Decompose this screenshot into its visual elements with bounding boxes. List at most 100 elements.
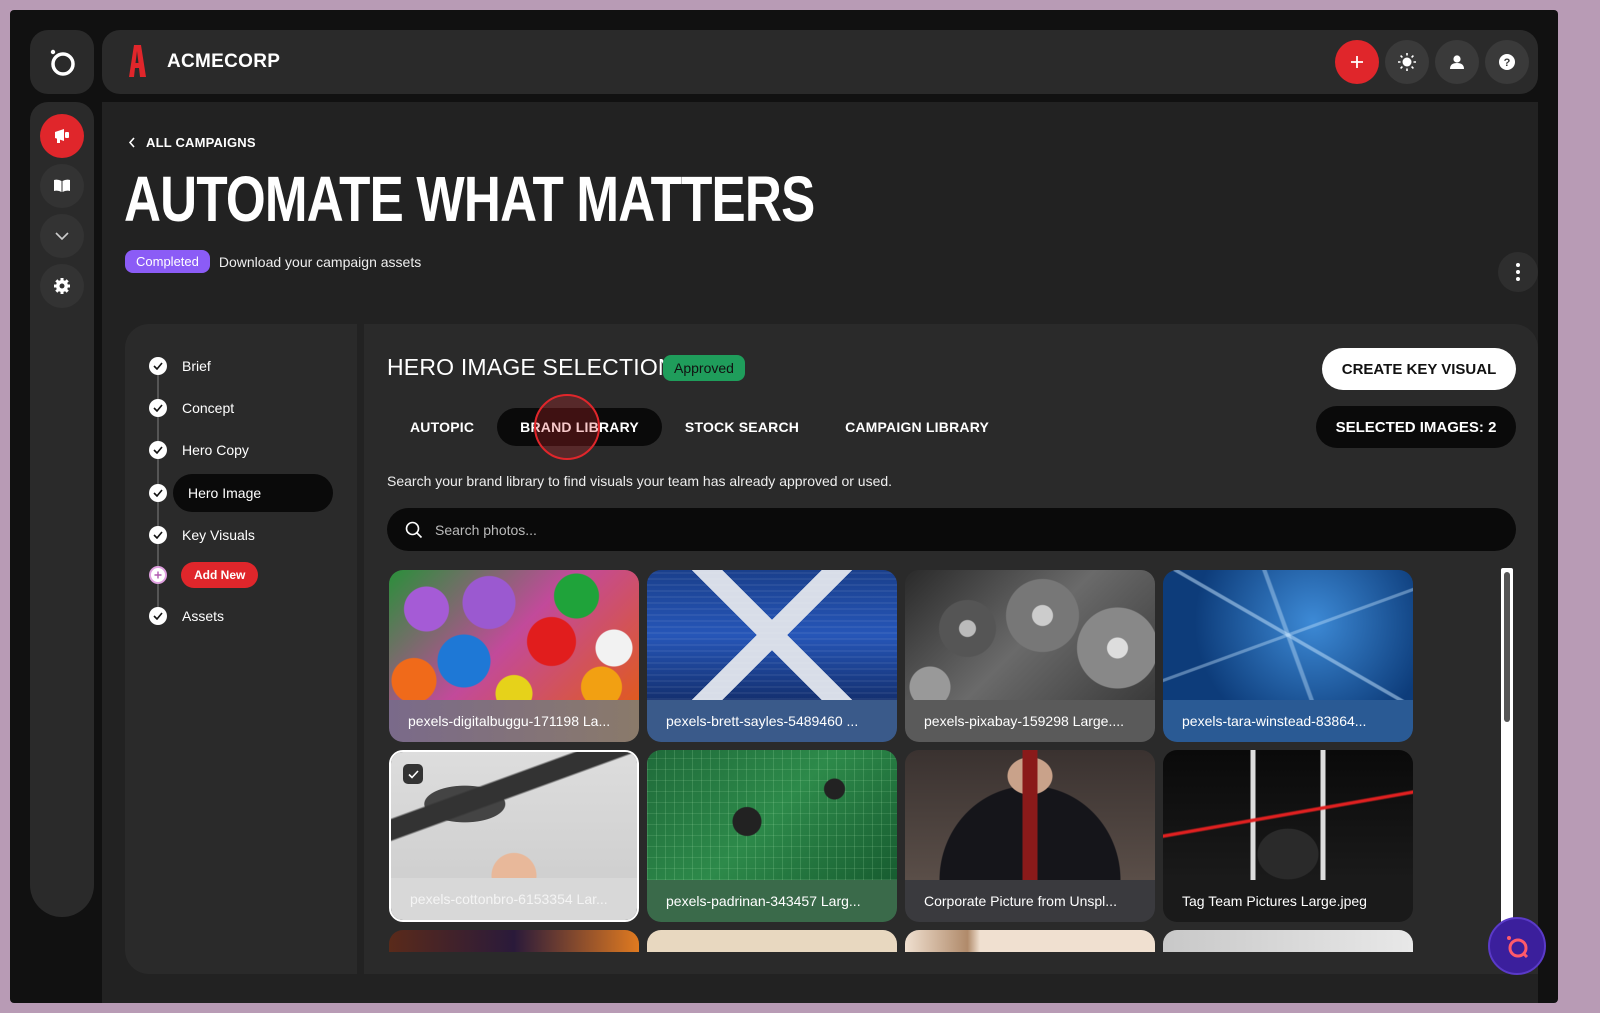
image-caption: pexels-padrinan-343457 Larg...: [647, 880, 897, 922]
image-thumbnail: [1163, 570, 1413, 700]
image-thumbnail: [905, 750, 1155, 880]
profile-button[interactable]: [1435, 40, 1479, 84]
check-icon: [149, 526, 167, 544]
image-card[interactable]: Tag Team Pictures Large.jpeg: [1163, 750, 1413, 922]
step-hero-image[interactable]: Hero Image: [149, 474, 333, 512]
brand-name: ACMECORP: [167, 51, 281, 72]
sun-icon: [1398, 53, 1416, 71]
page-title: AUTOMATE WHAT MATTERS: [124, 163, 815, 235]
check-icon: [149, 441, 167, 459]
app-logo[interactable]: [30, 30, 94, 94]
image-card[interactable]: [647, 930, 897, 952]
app-window: ACMECORP ? ALL CAMPAIGNS AUTOMATE WHAT M…: [10, 10, 1558, 1003]
theme-toggle-button[interactable]: [1385, 40, 1429, 84]
image-card[interactable]: [1163, 930, 1413, 952]
section-title: HERO IMAGE SELECTION: [387, 354, 675, 380]
rail-settings-button[interactable]: [40, 264, 84, 308]
image-caption: pexels-pixabay-159298 Large....: [905, 700, 1155, 742]
tab-autopic[interactable]: AUTOPIC: [387, 408, 497, 446]
back-to-campaigns-link[interactable]: ALL CAMPAIGNS: [128, 135, 256, 150]
image-card[interactable]: pexels-tara-winstead-83864...: [1163, 570, 1413, 742]
rail-campaigns-button[interactable]: [40, 114, 84, 158]
rail-library-button[interactable]: [40, 164, 84, 208]
left-rail: [30, 102, 94, 917]
tab-campaign-library[interactable]: CAMPAIGN LIBRARY: [822, 408, 1012, 446]
image-card[interactable]: [389, 930, 639, 952]
click-indicator: [534, 394, 600, 460]
grid-scrollbar[interactable]: [1501, 568, 1513, 952]
image-card[interactable]: pexels-pixabay-159298 Large....: [905, 570, 1155, 742]
search-input[interactable]: [435, 521, 1335, 538]
selected-images-button[interactable]: SELECTED IMAGES: 2: [1316, 406, 1516, 448]
step-add-new[interactable]: Add New: [149, 556, 259, 594]
status-row: Completed Download your campaign assets: [125, 250, 421, 273]
svg-text:?: ?: [1504, 57, 1511, 69]
campaign-icon: [55, 129, 69, 143]
logo-icon: [50, 49, 75, 76]
image-caption: Tag Team Pictures Large.jpeg: [1163, 880, 1413, 922]
helper-text: Search your brand library to find visual…: [387, 473, 893, 489]
status-text: Download your campaign assets: [218, 253, 422, 270]
step-brief[interactable]: Brief: [149, 347, 341, 385]
image-caption: Corporate Picture from Unspl...: [905, 880, 1155, 922]
image-card[interactable]: [905, 930, 1155, 952]
assistant-icon: [1507, 936, 1529, 959]
image-card[interactable]: pexels-digitalbuggu-171198 La...: [389, 570, 639, 742]
search-bar[interactable]: [387, 508, 1516, 551]
image-caption: pexels-digitalbuggu-171198 La...: [389, 700, 639, 742]
add-new-button[interactable]: Add New: [181, 562, 259, 588]
check-icon: [149, 607, 167, 625]
image-thumbnail: [905, 570, 1155, 700]
image-grid: pexels-digitalbuggu-171198 La... pexels-…: [389, 570, 1419, 952]
approved-badge: Approved: [663, 355, 745, 381]
help-button[interactable]: ?: [1485, 40, 1529, 84]
create-new-button[interactable]: [1335, 40, 1379, 84]
steps-panel: Brief Concept Hero Copy Hero Image Key V…: [125, 324, 357, 974]
image-caption: pexels-tara-winstead-83864...: [1163, 700, 1413, 742]
selected-check-icon[interactable]: [403, 764, 423, 784]
gear-icon: [54, 278, 70, 294]
check-icon: [149, 484, 167, 502]
image-caption: pexels-cottonbro-6153354 Lar...: [391, 878, 637, 920]
content-panel: HERO IMAGE SELECTION Approved CREATE KEY…: [364, 324, 1538, 974]
scrollbar-thumb[interactable]: [1504, 572, 1510, 722]
image-card[interactable]: pexels-padrinan-343457 Larg...: [647, 750, 897, 922]
image-card-selected[interactable]: pexels-cottonbro-6153354 Lar...: [389, 750, 639, 922]
check-icon: [149, 399, 167, 417]
step-assets[interactable]: Assets: [149, 597, 341, 635]
tab-stock-search[interactable]: STOCK SEARCH: [662, 408, 822, 446]
image-caption: pexels-brett-sayles-5489460 ...: [647, 700, 897, 742]
plus-circle-icon: [149, 566, 167, 584]
more-options-button[interactable]: [1498, 252, 1538, 292]
rail-expand-button[interactable]: [40, 214, 84, 258]
step-label: Hero Copy: [182, 442, 249, 458]
image-card[interactable]: Corporate Picture from Unspl...: [905, 750, 1155, 922]
source-tabs: AUTOPIC BRAND LIBRARY STOCK SEARCH CAMPA…: [387, 408, 1012, 446]
step-label: Concept: [182, 400, 235, 416]
help-icon: ?: [1499, 54, 1515, 70]
plus-icon: [1351, 56, 1363, 68]
book-icon: [54, 179, 70, 192]
top-bar: ACMECORP ?: [102, 30, 1538, 94]
check-icon: [149, 357, 167, 375]
assistant-chat-button[interactable]: [1488, 917, 1546, 975]
main-area: ALL CAMPAIGNS AUTOMATE WHAT MATTERS Comp…: [102, 102, 1538, 1003]
step-label: Hero Image: [173, 474, 333, 512]
step-label: Key Visuals: [182, 527, 255, 543]
back-link-label: ALL CAMPAIGNS: [146, 135, 256, 150]
brand-logo-icon: [129, 45, 146, 77]
step-key-visuals[interactable]: Key Visuals: [149, 516, 341, 554]
create-key-visual-button[interactable]: CREATE KEY VISUAL: [1322, 348, 1516, 390]
image-card[interactable]: pexels-brett-sayles-5489460 ...: [647, 570, 897, 742]
step-hero-copy[interactable]: Hero Copy: [149, 431, 341, 469]
step-concept[interactable]: Concept: [149, 389, 341, 427]
step-label: Brief: [182, 358, 211, 374]
image-thumbnail: [647, 570, 897, 700]
search-icon: [405, 521, 423, 538]
status-badge: Completed: [125, 250, 210, 273]
chevron-left-icon: [128, 137, 135, 148]
image-thumbnail: [391, 752, 637, 882]
kebab-icon: [1516, 263, 1520, 281]
step-label: Assets: [182, 608, 225, 624]
image-thumbnail: [1163, 750, 1413, 880]
